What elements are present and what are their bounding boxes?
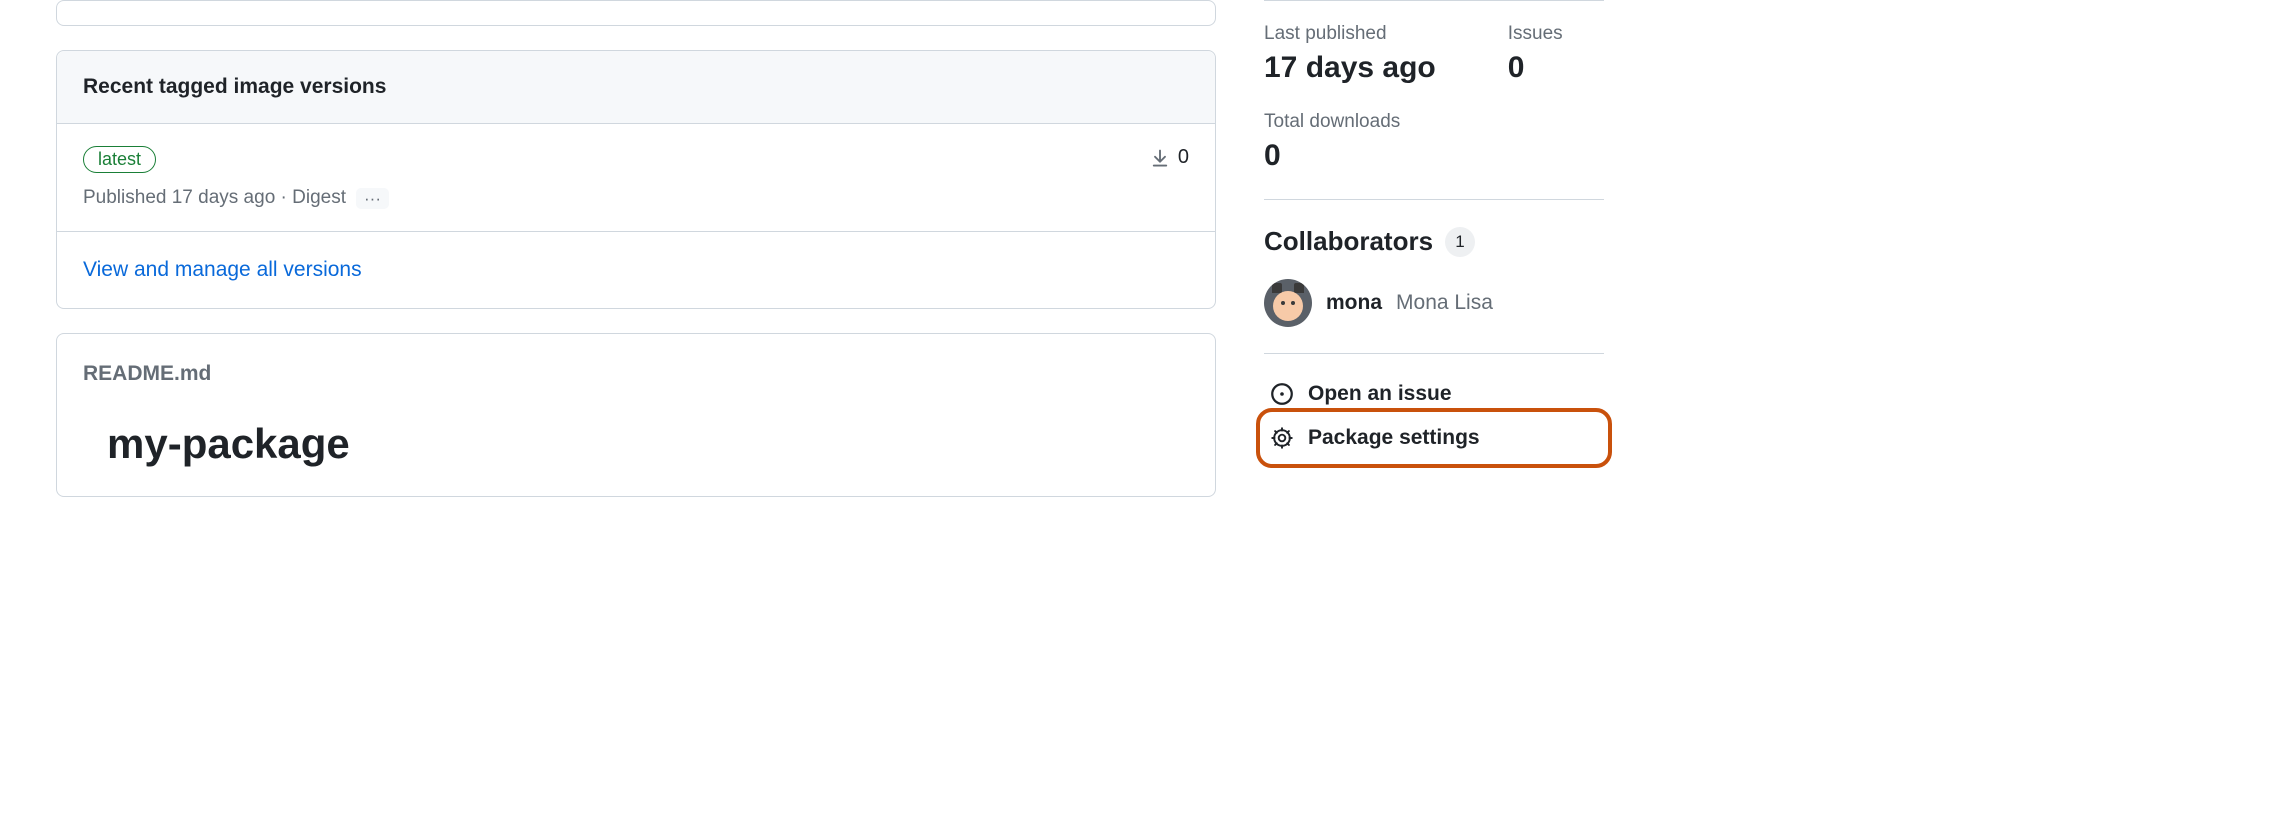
last-published-label: Last published xyxy=(1264,23,1436,45)
version-tag-badge[interactable]: latest xyxy=(83,146,156,173)
avatar xyxy=(1264,279,1312,327)
issue-icon xyxy=(1270,382,1294,406)
open-issue-link[interactable]: Open an issue xyxy=(1264,372,1604,416)
gear-icon xyxy=(1270,426,1294,450)
issues-item: Issues 0 xyxy=(1508,23,1563,85)
view-all-row: View and manage all versions xyxy=(57,232,1215,308)
versions-card: Recent tagged image versions latest Publ… xyxy=(56,50,1216,309)
versions-card-header: Recent tagged image versions xyxy=(57,51,1215,124)
total-downloads-item: Total downloads 0 xyxy=(1264,111,1604,199)
issues-label: Issues xyxy=(1508,23,1563,45)
version-info: latest Published 17 days ago · Digest ··… xyxy=(83,146,389,209)
collaborators-count: 1 xyxy=(1445,227,1475,257)
open-issue-label: Open an issue xyxy=(1308,382,1452,406)
collaborator-row[interactable]: mona Mona Lisa xyxy=(1264,279,1604,327)
issues-value: 0 xyxy=(1508,51,1563,85)
package-settings-link[interactable]: Package settings xyxy=(1264,416,1604,460)
collaborators-section: Collaborators 1 mona Mona Lisa xyxy=(1264,200,1604,353)
readme-heading: my-package xyxy=(107,420,1189,468)
action-list: Open an issue Package settings xyxy=(1264,354,1604,478)
version-published-text: Published 17 days ago · Digest xyxy=(83,187,346,209)
previous-card-stub xyxy=(56,0,1216,26)
collaborators-title: Collaborators xyxy=(1264,226,1433,257)
meta-row: Last published 17 days ago Issues 0 xyxy=(1264,1,1604,111)
collaborators-header: Collaborators 1 xyxy=(1264,226,1604,257)
sidebar: Last published 17 days ago Issues 0 Tota… xyxy=(1264,0,1604,497)
version-meta: Published 17 days ago · Digest ··· xyxy=(83,187,389,209)
last-published-item: Last published 17 days ago xyxy=(1264,23,1436,85)
readme-filename: README.md xyxy=(83,362,1189,386)
total-downloads-label: Total downloads xyxy=(1264,111,1604,133)
version-row: latest Published 17 days ago · Digest ··… xyxy=(57,124,1215,232)
package-settings-label: Package settings xyxy=(1308,426,1480,450)
collaborator-displayname: Mona Lisa xyxy=(1396,291,1493,315)
download-value: 0 xyxy=(1178,146,1189,169)
last-published-value: 17 days ago xyxy=(1264,51,1436,85)
version-kebab-menu[interactable]: ··· xyxy=(356,188,389,209)
readme-card: README.md my-package xyxy=(56,333,1216,497)
collaborator-username: mona xyxy=(1326,291,1382,315)
versions-title: Recent tagged image versions xyxy=(83,75,1189,99)
version-download-count: 0 xyxy=(1150,146,1189,169)
download-icon xyxy=(1150,148,1170,168)
total-downloads-value: 0 xyxy=(1264,139,1604,173)
view-all-versions-link[interactable]: View and manage all versions xyxy=(83,258,362,281)
